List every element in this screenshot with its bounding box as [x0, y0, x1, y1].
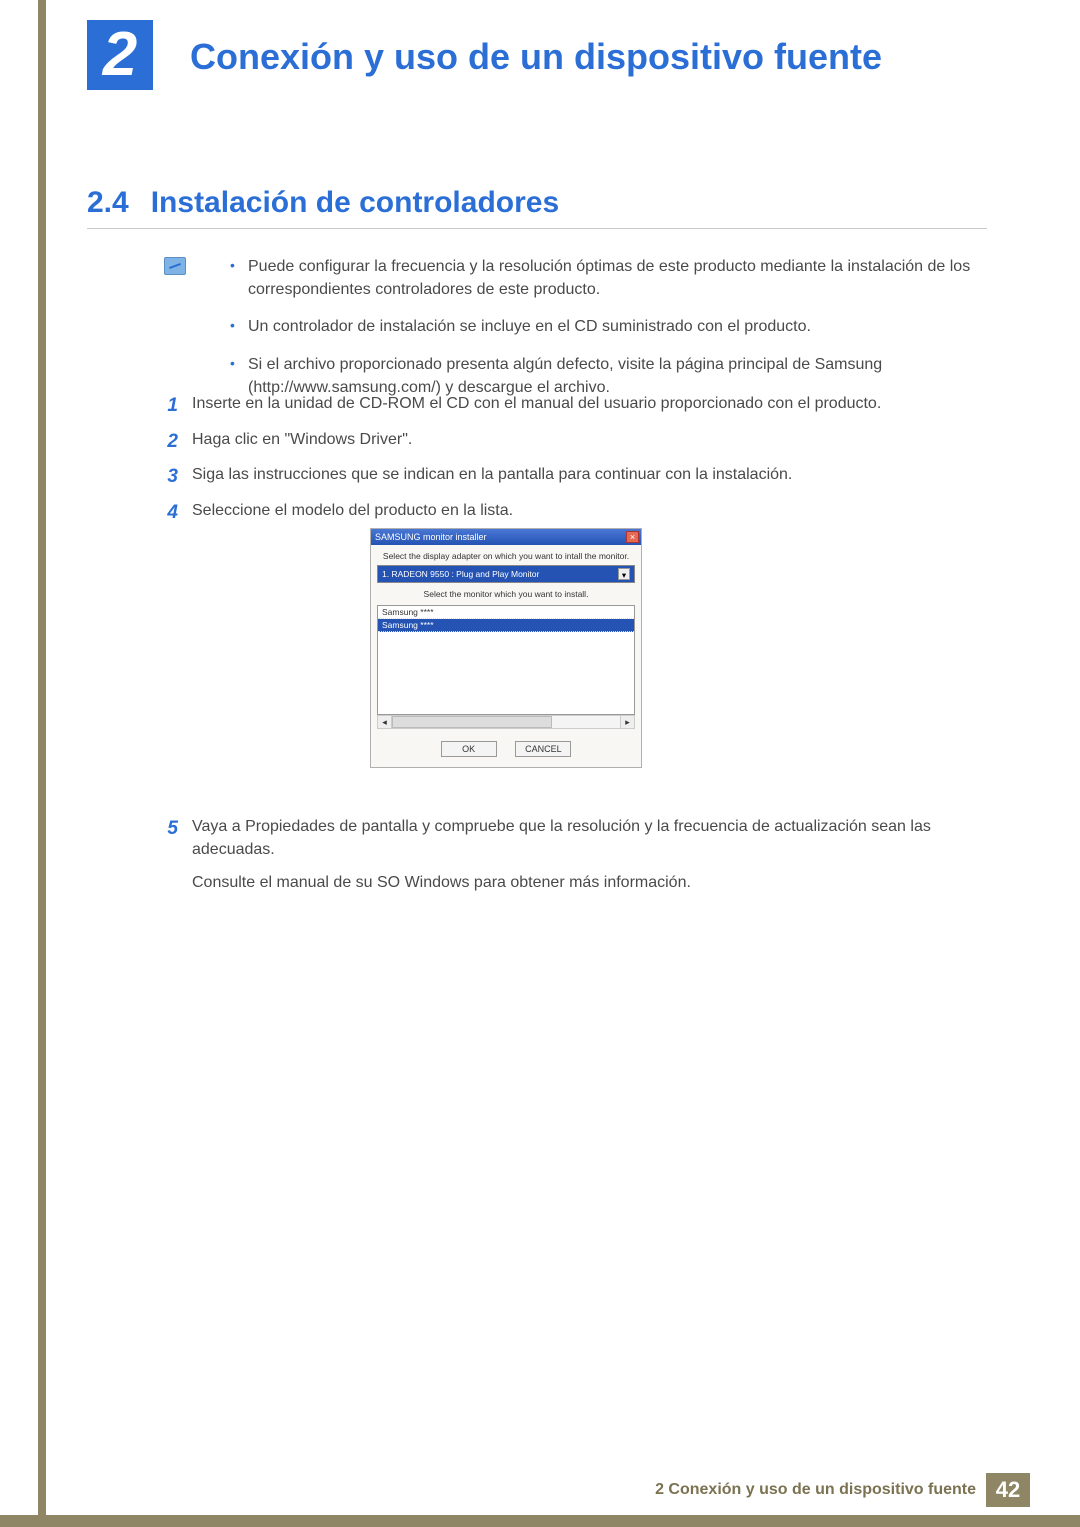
side-stripe [38, 0, 46, 1527]
footer-text: 2 Conexión y uso de un dispositivo fuent… [655, 1481, 976, 1499]
scroll-right-icon[interactable]: ▸ [620, 716, 634, 728]
chapter-title: Conexión y uso de un dispositivo fuente [190, 36, 882, 78]
installer-label-monitor: Select the monitor which you want to ins… [377, 589, 635, 599]
chapter-number-badge: 2 [87, 20, 153, 90]
list-item[interactable]: Samsung **** [378, 606, 634, 619]
section-rule [87, 228, 987, 229]
scroll-left-icon[interactable]: ◂ [378, 716, 392, 728]
scroll-track[interactable] [392, 716, 620, 728]
step-3: 3 Siga las instrucciones que se indican … [160, 463, 990, 491]
close-icon[interactable]: × [626, 531, 639, 543]
step-number: 5 [160, 815, 178, 895]
step-number: 2 [160, 428, 178, 456]
step-1: 1 Inserte en la unidad de CD-ROM el CD c… [160, 392, 990, 420]
step-number: 3 [160, 463, 178, 491]
installer-label-adapter: Select the display adapter on which you … [377, 551, 635, 561]
installer-title: SAMSUNG monitor installer [375, 532, 487, 542]
footer-stripe [0, 1515, 1080, 1527]
steps-list-continued: 5 Vaya a Propiedades de pantalla y compr… [160, 815, 990, 903]
page-number: 42 [986, 1473, 1030, 1507]
ok-button[interactable]: OK [441, 741, 497, 757]
steps-list: 1 Inserte en la unidad de CD-ROM el CD c… [160, 392, 990, 534]
step-4: 4 Seleccione el modelo del producto en l… [160, 499, 990, 527]
section-number: 2.4 [87, 186, 129, 220]
chevron-down-icon[interactable]: ▾ [618, 568, 630, 580]
adapter-selected-text: 1. RADEON 9550 : Plug and Play Monitor [382, 569, 539, 579]
horizontal-scrollbar[interactable]: ◂ ▸ [377, 715, 635, 729]
step-text: Haga clic en "Windows Driver". [192, 428, 990, 456]
note-icon [164, 257, 186, 275]
step-text: Vaya a Propiedades de pantalla y comprue… [192, 815, 990, 861]
adapter-select[interactable]: 1. RADEON 9550 : Plug and Play Monitor ▾ [377, 565, 635, 583]
step-text: Inserte en la unidad de CD-ROM el CD con… [192, 392, 990, 420]
monitor-list[interactable]: Samsung **** Samsung **** [377, 605, 635, 715]
step-number: 1 [160, 392, 178, 420]
installer-dialog: SAMSUNG monitor installer × Select the d… [370, 528, 642, 768]
footer: 2 Conexión y uso de un dispositivo fuent… [655, 1473, 1030, 1507]
step-text: Seleccione el modelo del producto en la … [192, 499, 990, 527]
scroll-thumb[interactable] [392, 716, 552, 728]
step-number: 4 [160, 499, 178, 527]
note-item: Un controlador de instalación se incluye… [230, 315, 990, 338]
installer-titlebar: SAMSUNG monitor installer × [371, 529, 641, 545]
step-text-extra: Consulte el manual de su SO Windows para… [192, 871, 990, 894]
step-text: Siga las instrucciones que se indican en… [192, 463, 990, 491]
note-list: Puede configurar la frecuencia y la reso… [230, 255, 990, 399]
section-title: Instalación de controladores [151, 186, 559, 220]
note-item: Puede configurar la frecuencia y la reso… [230, 255, 990, 301]
step-5: 5 Vaya a Propiedades de pantalla y compr… [160, 815, 990, 895]
cancel-button[interactable]: CANCEL [515, 741, 571, 757]
step-2: 2 Haga clic en "Windows Driver". [160, 428, 990, 456]
list-item[interactable]: Samsung **** [378, 619, 634, 632]
